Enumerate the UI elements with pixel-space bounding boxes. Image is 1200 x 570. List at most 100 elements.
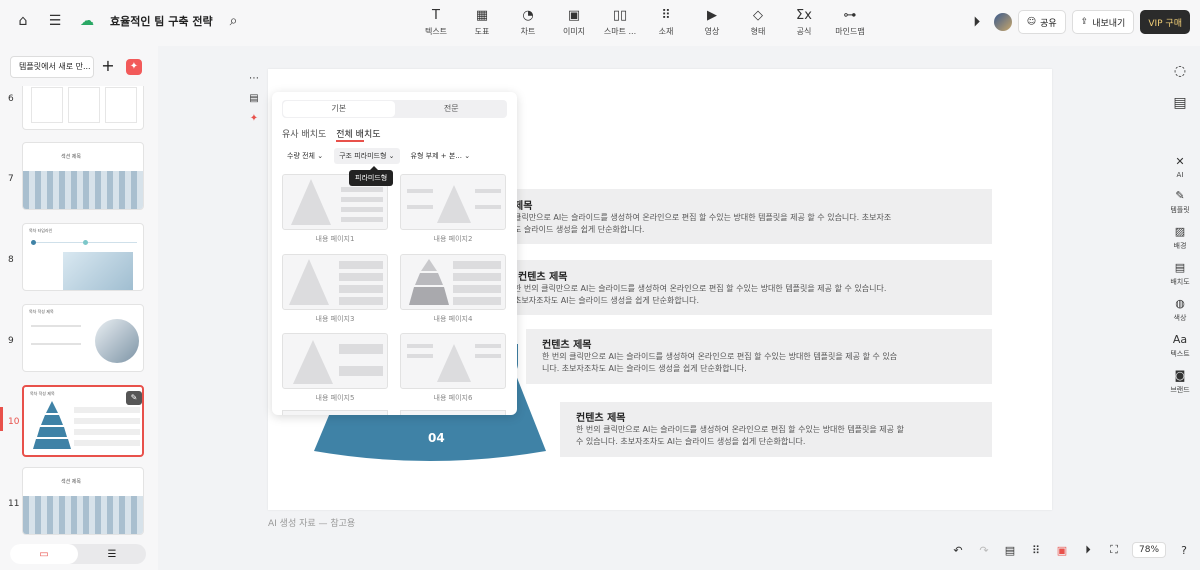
layout-mode-segment: 기본 전문 <box>282 100 507 118</box>
toolbar-smart-button[interactable]: ▯▯ 스마트 ... <box>604 8 636 37</box>
toolbar-shape-button[interactable]: ◇ 형태 <box>742 8 774 37</box>
segment-pro[interactable]: 전문 <box>396 100 508 118</box>
segment-basic[interactable]: 기본 <box>283 101 395 117</box>
document-title[interactable]: 효율적인 팀 구축 전략 <box>110 13 213 29</box>
redo-icon[interactable]: ↷ <box>976 542 992 558</box>
layout-icon: ▤ <box>1174 261 1186 274</box>
layout-card-5[interactable] <box>282 333 388 389</box>
home-icon[interactable]: ⌂ <box>12 10 34 32</box>
content-row-text: 한 번의 클릭만으로 AI는 슬라이드를 생성하여 온라인으로 편집 할 수있는… <box>542 352 898 373</box>
rail-label: AI <box>1176 171 1184 179</box>
undo-icon[interactable]: ↶ <box>950 542 966 558</box>
toolbar-elements-button[interactable]: ⠿ 소재 <box>650 8 682 37</box>
filter-structure[interactable]: 구조 피라미드형 ⌄ <box>334 148 400 164</box>
export-button[interactable]: ⇪ 내보내기 <box>1071 10 1135 34</box>
notes-view-icon[interactable]: ▤ <box>1002 542 1018 558</box>
tab-all-layouts[interactable]: 전체 배치도 <box>336 127 380 140</box>
palette-icon: ◍ <box>1175 297 1185 310</box>
thumbnail-number: 9 <box>8 336 14 346</box>
rail-background-button[interactable]: ▨ 배경 <box>1174 224 1187 251</box>
filter-count-label: 수량 전체 <box>287 152 315 160</box>
thumbnail-slide-11[interactable]: 섹션 제목 <box>22 467 144 535</box>
rail-palette-button[interactable]: ◍ 색상 <box>1174 296 1187 323</box>
rail-brand-button[interactable]: ◙ 브랜드 <box>1170 368 1189 395</box>
chevron-down-icon: ⌄ <box>464 152 471 160</box>
slide-mini-tools: ⋯ ▤ ✦ <box>244 70 264 132</box>
layout-card-label: 내용 페이지5 <box>315 394 355 402</box>
thumbnail-pyramid <box>33 401 71 449</box>
thumbnail-number: 7 <box>8 174 14 184</box>
tab-similar-layouts[interactable]: 유사 배치도 <box>282 127 326 140</box>
layout-card-6[interactable] <box>400 333 506 389</box>
list-icon: ☰ <box>107 548 117 560</box>
layout-card-2[interactable] <box>400 174 506 230</box>
thumbnail-title: 섹션 제목 <box>61 479 81 485</box>
structure-tooltip: 피라미드형 <box>349 170 394 186</box>
thumbnail-slide-6[interactable] <box>22 86 144 130</box>
thumbnail-number: 11 <box>8 499 20 509</box>
play-icon[interactable]: ⏵ <box>1080 542 1096 558</box>
rail-template-button[interactable]: ✎ 템플릿 <box>1170 188 1189 215</box>
zoom-level[interactable]: 78% <box>1132 542 1167 558</box>
ai-assist-icon[interactable]: ✎ <box>126 391 142 405</box>
rail-label: 텍스트 <box>1170 350 1190 358</box>
more-icon[interactable]: ⋯ <box>246 70 262 86</box>
menu-icon[interactable]: ☰ <box>44 10 66 32</box>
new-from-template-button[interactable]: 템플릿에서 새로 만... <box>10 56 94 78</box>
vip-label: VIP 구매 <box>1148 18 1182 29</box>
layout-icon[interactable]: ▤ <box>246 90 262 106</box>
avatar[interactable] <box>993 13 1012 31</box>
toolbar-image-button[interactable]: ▣ 이미지 <box>558 8 590 37</box>
share-label: 공유 <box>1040 18 1057 29</box>
thumbnail-slide-10[interactable]: 목차 작성 제목 ✎ <box>22 385 144 457</box>
layout-card-4[interactable] <box>400 254 506 310</box>
rail-font-button[interactable]: Aa 텍스트 <box>1170 332 1189 359</box>
thumbnail-title: 목차 타임라인 <box>29 228 53 233</box>
formula-icon: Σx <box>796 8 812 23</box>
tool-label: 도표 <box>474 27 490 36</box>
help-icon[interactable]: ? <box>1176 542 1192 558</box>
filter-type[interactable]: 유형 부제 + 본... ⌄ <box>406 148 476 164</box>
vip-button[interactable]: VIP 구매 <box>1140 10 1190 34</box>
toolbar-formula-button[interactable]: Σx 공식 <box>788 8 820 37</box>
rail-label: 색상 <box>1173 314 1187 322</box>
comment-icon[interactable]: ◌ <box>1169 60 1191 82</box>
add-slide-icon[interactable]: + <box>98 56 118 78</box>
slide-view-tab[interactable]: ▭ <box>10 544 78 564</box>
layout-card-label: 내용 페이지3 <box>315 315 355 323</box>
cloud-saved-icon: ☁ <box>80 13 94 29</box>
template-icon: ✎ <box>1175 189 1185 202</box>
toolbar-chart-button[interactable]: ◔ 차트 <box>512 8 544 37</box>
thumbnail-title: 섹션 제목 <box>61 154 81 160</box>
right-tool-rail: ◌ ▤ ✕ AI ✎ 템플릿 ▨ 배경 ▤ 배치도 ◍ 색상 Aa 텍스트 ◙ 브랜드 <box>1160 46 1200 486</box>
thumbnail-slide-7[interactable]: 섹션 제목 <box>22 142 144 210</box>
rail-ai-button[interactable]: ✕ AI <box>1175 154 1184 179</box>
rail-layout-button[interactable]: ▤ 배치도 <box>1170 260 1189 287</box>
filter-type-label: 유형 부제 + 본... <box>410 152 462 160</box>
toolbar-video-button[interactable]: ▶ 영상 <box>696 8 728 37</box>
thumbnail-slide-9[interactable]: 목차 작성 제목 <box>22 304 144 372</box>
magic-icon[interactable]: ✦ <box>126 59 142 75</box>
video-icon: ▶ <box>707 8 717 23</box>
thumbnail-slide-8[interactable]: 목차 타임라인 <box>22 223 144 291</box>
notes-icon[interactable]: ▤ <box>1169 92 1191 114</box>
toolbar-text-button[interactable]: T 텍스트 <box>420 8 452 37</box>
thumbnail-list[interactable]: 6 7 섹션 제목 8 목차 타임라인 9 목차 작성 제목 10 목차 작성 … <box>0 86 158 536</box>
toolbar-table-button[interactable]: ▦ 도표 <box>466 8 498 37</box>
outline-view-tab[interactable]: ☰ <box>78 544 146 564</box>
slide-view-icon[interactable]: ▣ <box>1054 542 1070 558</box>
search-icon[interactable]: ⌕ <box>223 10 245 32</box>
share-button[interactable]: ☺ 공유 <box>1017 10 1066 34</box>
font-icon: Aa <box>1172 333 1188 346</box>
present-play-icon[interactable]: ⏵ <box>966 11 988 33</box>
sparkle-icon[interactable]: ✦ <box>246 110 262 126</box>
selected-indicator <box>0 407 3 431</box>
layout-card-3[interactable] <box>282 254 388 310</box>
toolbar-mindmap-button[interactable]: ⊶ 마인드맵 <box>834 8 866 37</box>
mindmap-icon: ⊶ <box>843 8 857 23</box>
grid-view-icon[interactable]: ⠿ <box>1028 542 1044 558</box>
content-row-title: 컨텐츠 제목 <box>576 413 626 424</box>
image-icon: ▣ <box>567 8 581 23</box>
filter-count[interactable]: 수량 전체 ⌄ <box>282 148 328 164</box>
fit-screen-icon[interactable]: ⛶ <box>1106 542 1122 558</box>
